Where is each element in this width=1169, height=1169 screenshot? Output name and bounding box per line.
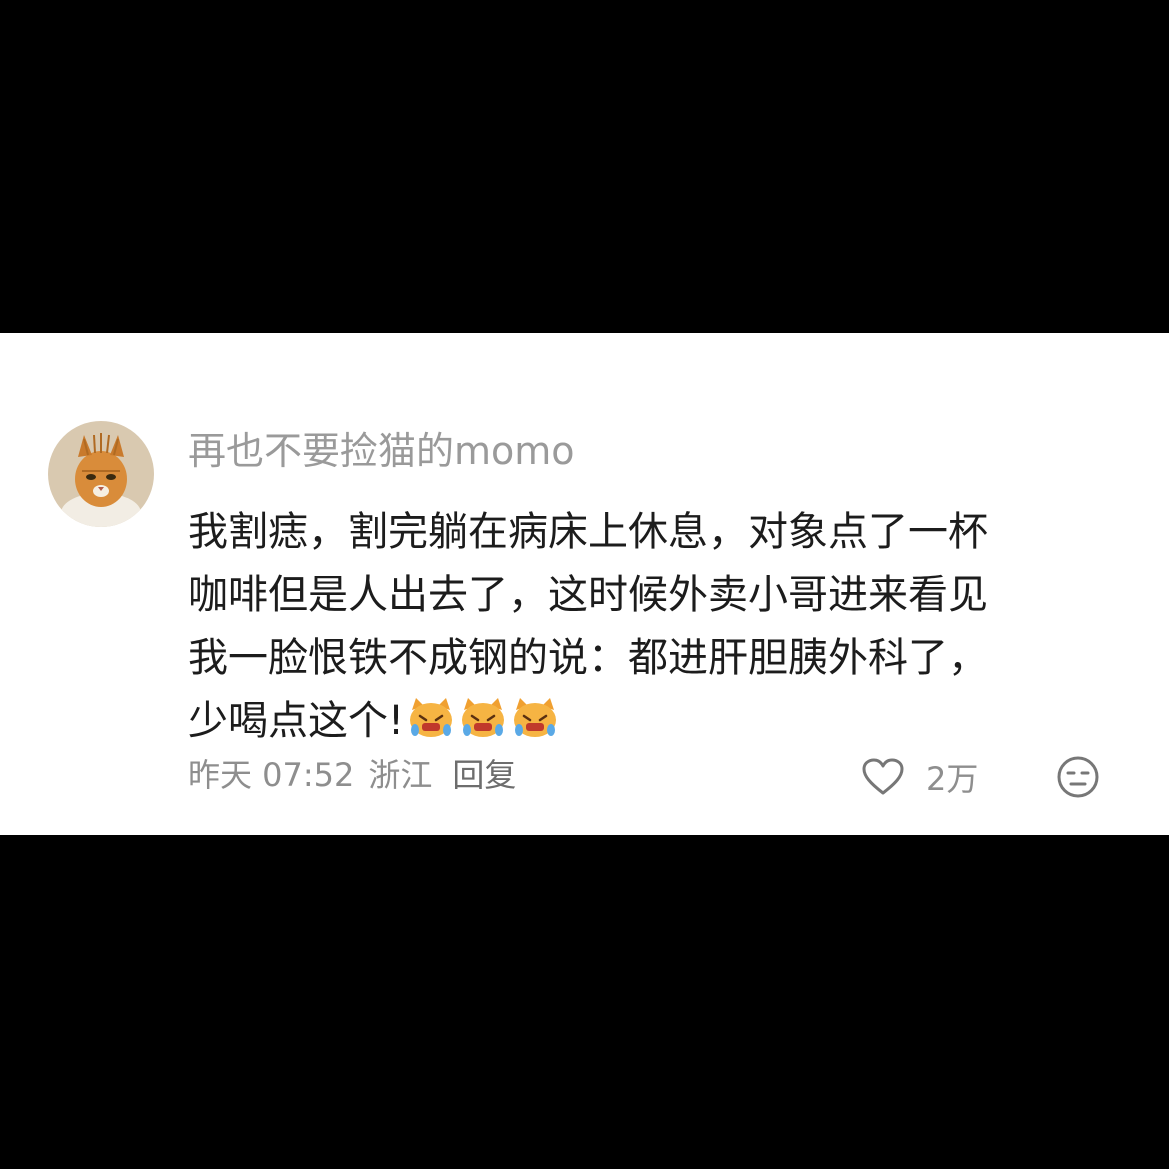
comment-location: 浙江 [368, 756, 433, 794]
like-count: 2万 [926, 760, 979, 798]
like-button[interactable]: 2万 [862, 755, 978, 799]
comment-date: 昨天 07:52 [188, 756, 355, 794]
comment-meta: 昨天 07:52 浙江 回复 [188, 753, 530, 797]
username[interactable]: 再也不要捡猫的momo [188, 427, 575, 475]
reply-button[interactable]: 回复 [452, 756, 516, 794]
emoji-row [406, 696, 562, 759]
neutral-face-icon[interactable] [1056, 755, 1100, 799]
crying-cat-emoji [410, 698, 453, 737]
crying-cat-emoji [462, 698, 505, 737]
heart-icon[interactable] [862, 758, 904, 796]
comment-card: 再也不要捡猫的momo 我割痣，割完躺在病床上休息，对象点了一杯 咖啡但是人出去… [0, 333, 1169, 835]
content-line: 我割痣，割完躺在病床上休息，对象点了一杯 [188, 509, 988, 555]
dislike-button[interactable] [1056, 755, 1100, 799]
content-line-last: 少喝点这个! [188, 690, 1138, 753]
letterbox-bottom [0, 835, 1169, 1169]
content-line: 我一脸恨铁不成钢的说：都进肝胆胰外科了， [188, 635, 988, 681]
avatar[interactable] [48, 421, 154, 527]
content-line-text: 少喝点这个! [188, 698, 405, 744]
comment-content: 我割痣，割完躺在病床上休息，对象点了一杯 咖啡但是人出去了，这时候外卖小哥进来看… [188, 501, 1138, 753]
cat-avatar-image [48, 421, 154, 527]
crying-cat-emoji [514, 698, 557, 737]
letterbox-top [0, 0, 1169, 333]
content-line: 咖啡但是人出去了，这时候外卖小哥进来看见 [188, 572, 988, 618]
